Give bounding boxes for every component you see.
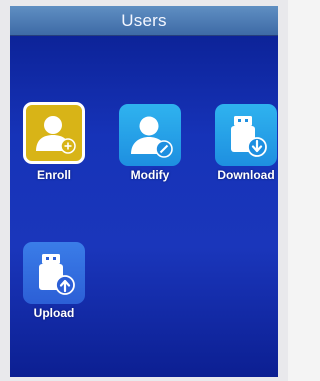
device-frame: Users Enroll Modify Download Upload: [0, 0, 288, 381]
menu-item-enroll[interactable]: [23, 102, 85, 164]
user-edit-icon: [131, 116, 173, 158]
menu-item-upload[interactable]: [23, 242, 85, 304]
menu-item-modify-label: Modify: [130, 168, 170, 182]
menu-item-download[interactable]: [215, 104, 277, 166]
usb-upload-icon: [39, 254, 75, 295]
user-add-icon: [36, 116, 76, 154]
page-title: Users: [121, 10, 167, 30]
menu-item-modify[interactable]: [119, 104, 181, 166]
lcd-screen: Users Enroll Modify Download Upload: [10, 6, 278, 377]
menu-item-download-label: Download: [217, 168, 275, 182]
usb-download-icon: [231, 116, 267, 157]
menu-item-enroll-label: Enroll: [36, 168, 71, 182]
title-bar: Users: [10, 6, 278, 36]
menu-item-upload-label: Upload: [33, 306, 75, 320]
